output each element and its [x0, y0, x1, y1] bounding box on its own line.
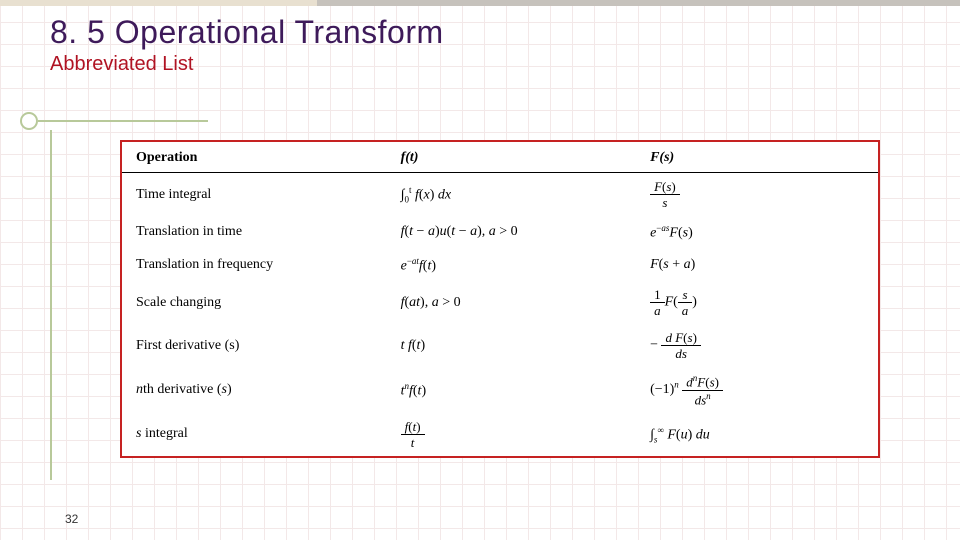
cell-operation: Translation in time — [122, 216, 387, 249]
cell-Fs: F(s + a) — [636, 249, 878, 282]
cell-operation: s integral — [122, 413, 387, 456]
cell-operation: Scale changing — [122, 281, 387, 324]
cell-operation: Time integral — [122, 173, 387, 217]
horizontal-accent-line — [38, 120, 208, 122]
table-row: Translation in timef(t − a)u(t − a), a >… — [122, 216, 878, 249]
cell-operation: nth derivative (s) — [122, 367, 387, 413]
cell-ft: ∫0t f(x) dx — [387, 173, 636, 217]
col-header-Fs: F(s) — [636, 142, 878, 173]
transform-table-frame: Operation f(t) F(s) Time integral∫0t f(x… — [120, 140, 880, 458]
cell-Fs: (−1)n dnF(s)dsn — [636, 367, 878, 413]
slide-subtitle: Abbreviated List — [50, 53, 193, 76]
slide-header: 8. 5 Operational Transform Abbreviated L… — [0, 0, 960, 76]
transform-table: Operation f(t) F(s) Time integral∫0t f(x… — [122, 142, 878, 456]
table-row: s integralf(t)t∫s∞ F(u) du — [122, 413, 878, 456]
col-header-ft: f(t) — [387, 142, 636, 173]
cell-operation: Translation in frequency — [122, 249, 387, 282]
cell-ft: e−atf(t) — [387, 249, 636, 282]
cell-ft: f(at), a > 0 — [387, 281, 636, 324]
cell-ft: tnf(t) — [387, 367, 636, 413]
vertical-accent-line — [50, 130, 52, 480]
table-row: First derivative (s)t f(t)− d F(s)ds — [122, 324, 878, 367]
page-number: 32 — [65, 512, 78, 526]
cell-ft: f(t)t — [387, 413, 636, 456]
cell-Fs: e−asF(s) — [636, 216, 878, 249]
accent-ornament — [20, 112, 208, 130]
cell-Fs: ∫s∞ F(u) du — [636, 413, 878, 456]
cell-ft: t f(t) — [387, 324, 636, 367]
table-row: Scale changingf(at), a > 01aF(sa) — [122, 281, 878, 324]
col-header-operation: Operation — [122, 142, 387, 173]
slide-title: 8. 5 Operational Transform — [50, 14, 960, 51]
table-row: nth derivative (s)tnf(t)(−1)n dnF(s)dsn — [122, 367, 878, 413]
table-row: Time integral∫0t f(x) dxF(s)s — [122, 173, 878, 217]
circle-icon — [20, 112, 38, 130]
cell-Fs: F(s)s — [636, 173, 878, 217]
cell-Fs: 1aF(sa) — [636, 281, 878, 324]
table-row: Translation in frequencye−atf(t)F(s + a) — [122, 249, 878, 282]
cell-Fs: − d F(s)ds — [636, 324, 878, 367]
cell-operation: First derivative (s) — [122, 324, 387, 367]
table-header-row: Operation f(t) F(s) — [122, 142, 878, 173]
cell-ft: f(t − a)u(t − a), a > 0 — [387, 216, 636, 249]
table-body: Time integral∫0t f(x) dxF(s)sTranslation… — [122, 173, 878, 456]
